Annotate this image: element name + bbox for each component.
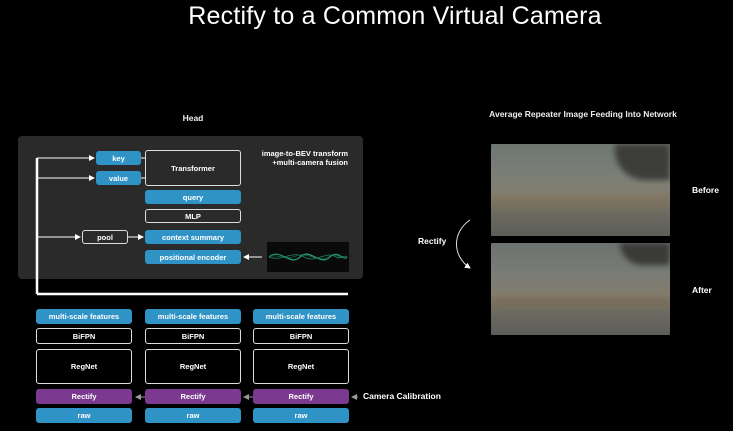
key-box: key xyxy=(96,151,141,165)
after-label: After xyxy=(692,285,712,295)
before-label: Before xyxy=(692,185,719,195)
multi-scale-features-box: multi-scale features xyxy=(145,309,241,324)
head-note: image-to-BEV transform +multi-camera fus… xyxy=(238,149,348,167)
regnet-box: RegNet xyxy=(145,349,241,384)
context-summary-box: context summary xyxy=(145,230,241,244)
regnet-box: RegNet xyxy=(36,349,132,384)
transformer-box: Transformer xyxy=(145,150,241,186)
after-image xyxy=(491,243,670,335)
raw-box: raw xyxy=(253,408,349,423)
rectify-box: Rectify xyxy=(36,389,132,404)
mlp-box: MLP xyxy=(145,209,241,223)
pool-box: pool xyxy=(82,230,128,244)
raw-box: raw xyxy=(36,408,132,423)
bifpn-box: BiFPN xyxy=(253,328,349,344)
query-box: query xyxy=(145,190,241,204)
rectify-box: Rectify xyxy=(253,389,349,404)
rectify-box: Rectify xyxy=(145,389,241,404)
value-box: value xyxy=(96,171,141,185)
raw-box: raw xyxy=(145,408,241,423)
right-heading: Average Repeater Image Feeding Into Netw… xyxy=(489,109,677,119)
bifpn-box: BiFPN xyxy=(36,328,132,344)
multi-scale-features-box: multi-scale features xyxy=(36,309,132,324)
bifpn-box: BiFPN xyxy=(145,328,241,344)
regnet-box: RegNet xyxy=(253,349,349,384)
head-note-line1: image-to-BEV transform xyxy=(261,149,348,158)
multi-scale-features-box: multi-scale features xyxy=(253,309,349,324)
rectify-curved-arrow xyxy=(456,219,471,269)
head-note-line2: +multi-camera fusion xyxy=(272,158,348,167)
before-image xyxy=(491,144,670,236)
positional-encoder-box: positional encoder xyxy=(145,250,241,264)
rectify-label: Rectify xyxy=(418,236,447,246)
camera-calibration-label: Camera Calibration xyxy=(363,391,441,401)
